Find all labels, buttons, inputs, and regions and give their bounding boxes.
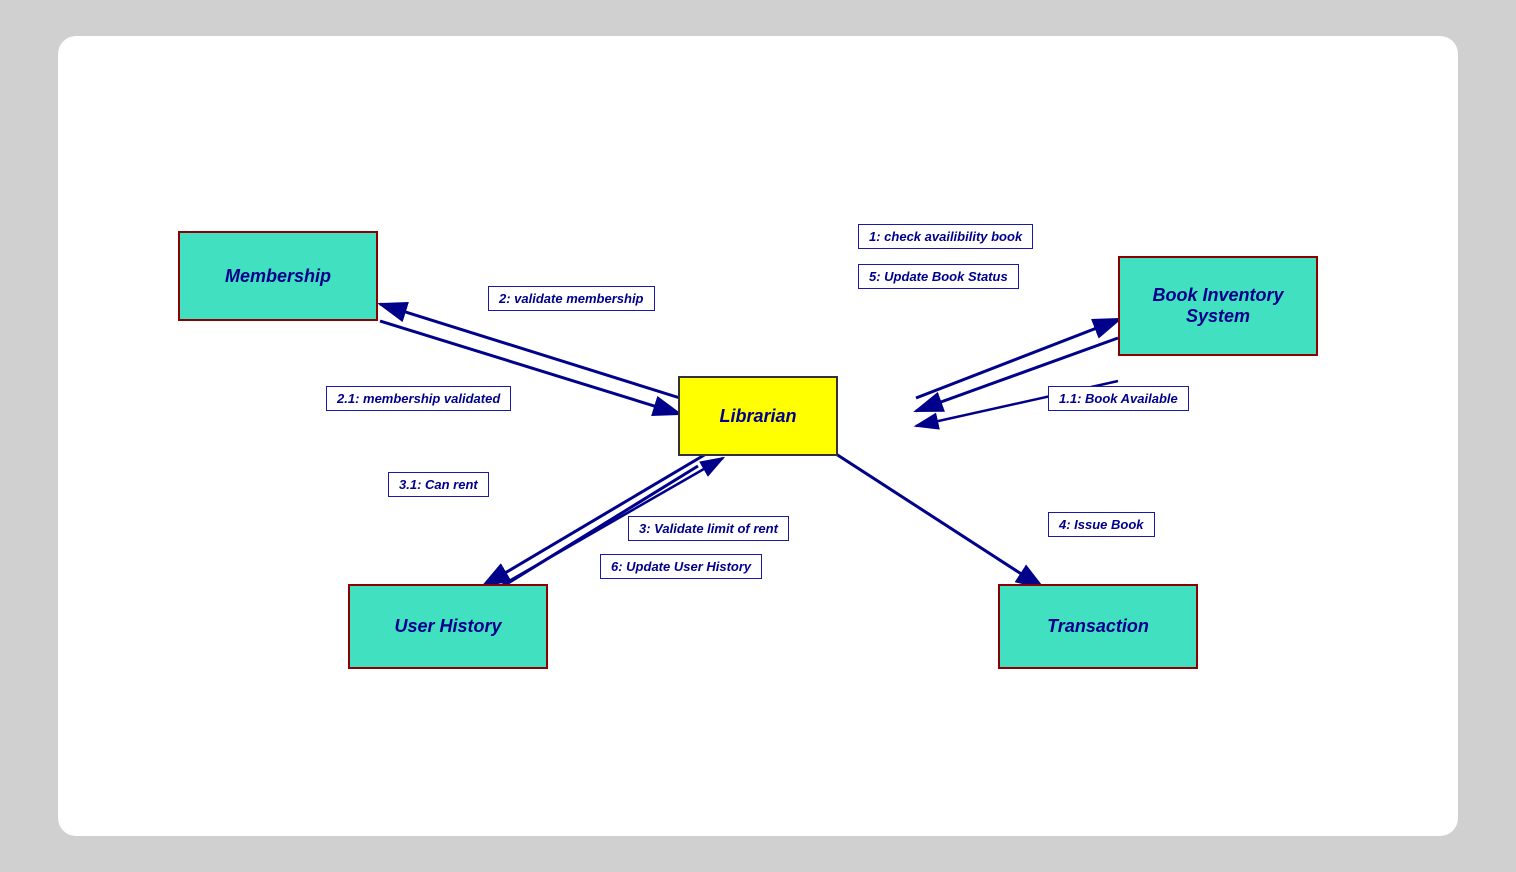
msg-issue-book: 4: Issue Book <box>1048 512 1155 537</box>
msg-membership-validated: 2.1: membership validated <box>326 386 511 411</box>
msg-check-availability: 1: check availibility book <box>858 224 1033 249</box>
book-inventory-label: Book Inventory System <box>1120 285 1316 327</box>
user-history-label: User History <box>394 616 501 637</box>
msg-validate-limit: 3: Validate limit of rent <box>628 516 789 541</box>
msg-book-available: 1.1: Book Available <box>1048 386 1189 411</box>
diagram-canvas: Membership Book Inventory System Librari… <box>58 36 1458 836</box>
msg-can-rent: 3.1: Can rent <box>388 472 489 497</box>
librarian-label: Librarian <box>719 406 796 427</box>
transaction-label: Transaction <box>1047 616 1149 637</box>
msg-update-user-history: 6: Update User History <box>600 554 762 579</box>
librarian-node: Librarian <box>678 376 838 456</box>
transaction-node: Transaction <box>998 584 1198 669</box>
user-history-node: User History <box>348 584 548 669</box>
msg-update-book-status: 5: Update Book Status <box>858 264 1019 289</box>
book-inventory-node: Book Inventory System <box>1118 256 1318 356</box>
membership-node: Membership <box>178 231 378 321</box>
membership-label: Membership <box>225 266 331 287</box>
msg-validate-membership: 2: validate membership <box>488 286 655 311</box>
